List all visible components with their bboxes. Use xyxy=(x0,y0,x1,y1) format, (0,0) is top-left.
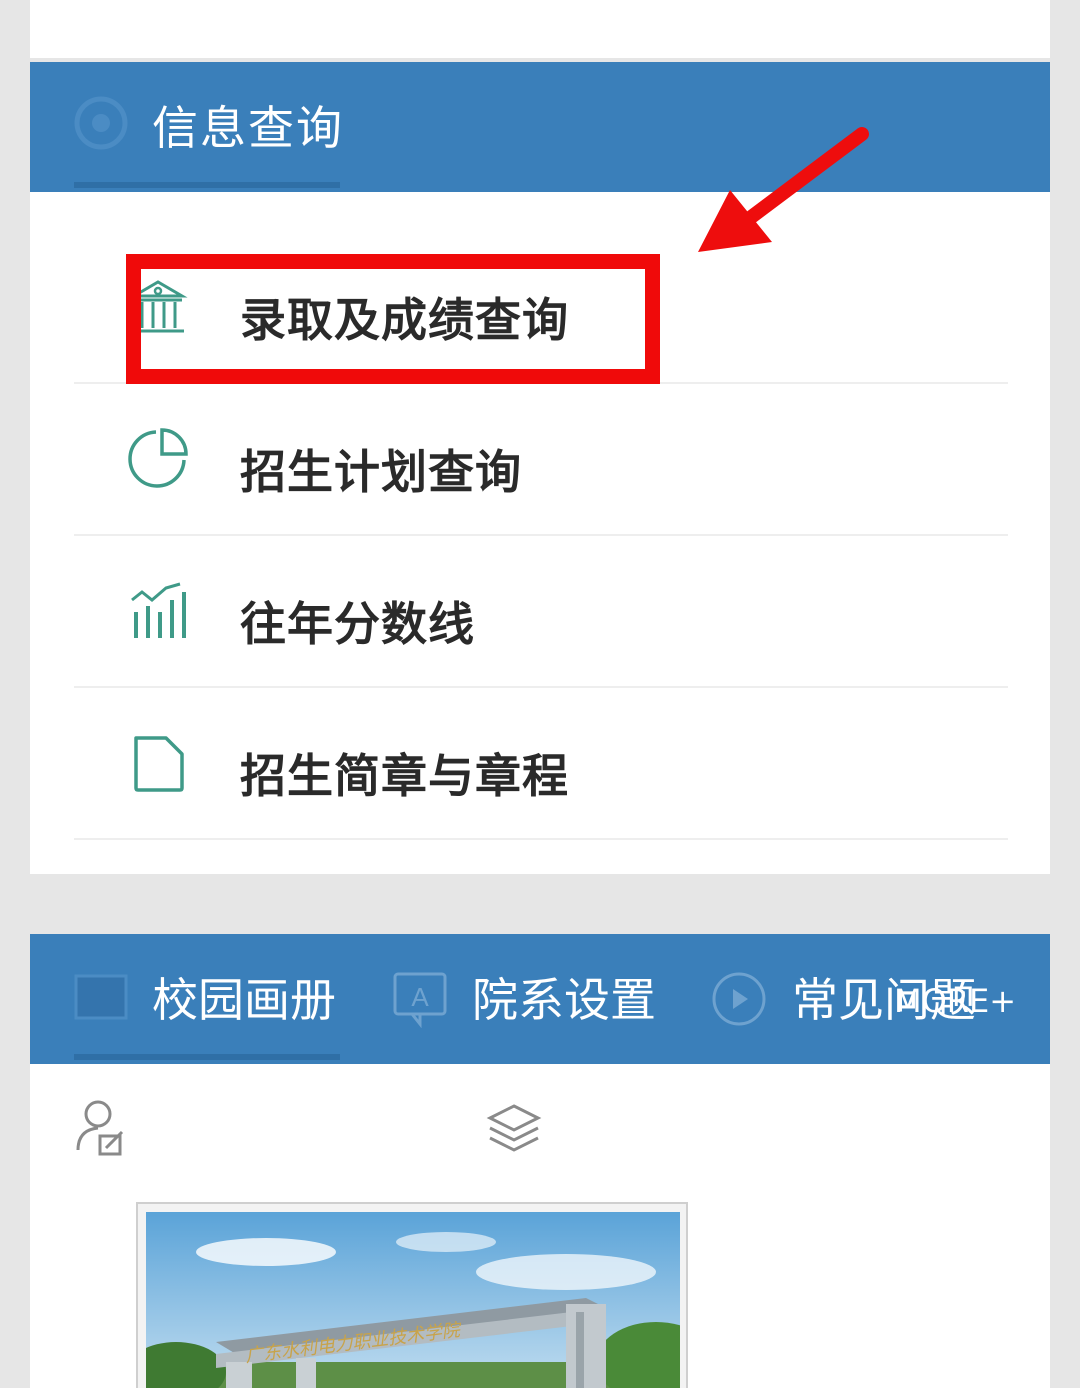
top-card xyxy=(30,0,1050,58)
tab-label: 院系设置 xyxy=(472,973,656,1027)
menu-item-enrollment-plan[interactable]: 招生计划查询 xyxy=(74,384,1008,536)
header-circle-icon xyxy=(74,96,128,150)
info-query-title: 信息查询 xyxy=(152,101,344,155)
tab-campus-album[interactable]: 校园画册 xyxy=(74,964,370,1034)
pie-chart-icon xyxy=(128,428,188,488)
tab-row: 校园画册 A 院系设置 常见问题 MORE+ xyxy=(30,934,1050,1064)
campus-photo-frame[interactable]: 广东水利电力职业技术学院 xyxy=(136,1202,688,1388)
document-icon xyxy=(134,736,184,792)
info-query-card: 信息查询 录取及成绩查询 招生计划查询 往年分数线 招生简章与章程 xyxy=(30,62,1050,874)
more-link[interactable]: MORE+ xyxy=(894,982,1016,1020)
menu-item-label: 招生计划查询 xyxy=(240,445,522,499)
svg-text:A: A xyxy=(411,982,429,1012)
font-icon: A xyxy=(393,972,447,1028)
tab-label: 校园画册 xyxy=(152,973,336,1027)
page: 信息查询 录取及成绩查询 招生计划查询 往年分数线 招生简章与章程 校园画册 A… xyxy=(0,0,1080,1388)
active-tab-underline xyxy=(74,1054,340,1060)
play-icon xyxy=(712,972,766,1026)
red-arrow-annotation xyxy=(698,127,869,252)
user-edit-icon[interactable] xyxy=(74,1096,130,1160)
campus-gate-photo: 广东水利电力职业技术学院 xyxy=(146,1212,680,1388)
layers-icon[interactable] xyxy=(486,1096,542,1160)
menu-item-brochure[interactable]: 招生简章与章程 xyxy=(74,688,1008,840)
menu-item-label: 往年分数线 xyxy=(240,597,475,651)
bar-chart-icon xyxy=(131,582,186,638)
tab-departments[interactable]: A 院系设置 xyxy=(392,964,692,1034)
active-tab-underline xyxy=(74,182,340,188)
highlight-box xyxy=(126,254,660,384)
image-icon xyxy=(74,974,128,1020)
menu-item-label: 招生简章与章程 xyxy=(240,749,569,803)
info-query-header: 信息查询 xyxy=(30,62,1050,192)
gallery-card: 校园画册 A 院系设置 常见问题 MORE+ 广东水利电力职业技术学院 xyxy=(30,934,1050,1388)
menu-item-past-scores[interactable]: 往年分数线 xyxy=(74,536,1008,688)
divider xyxy=(74,838,1008,840)
gallery-header: 校园画册 A 院系设置 常见问题 MORE+ xyxy=(30,934,1050,1064)
